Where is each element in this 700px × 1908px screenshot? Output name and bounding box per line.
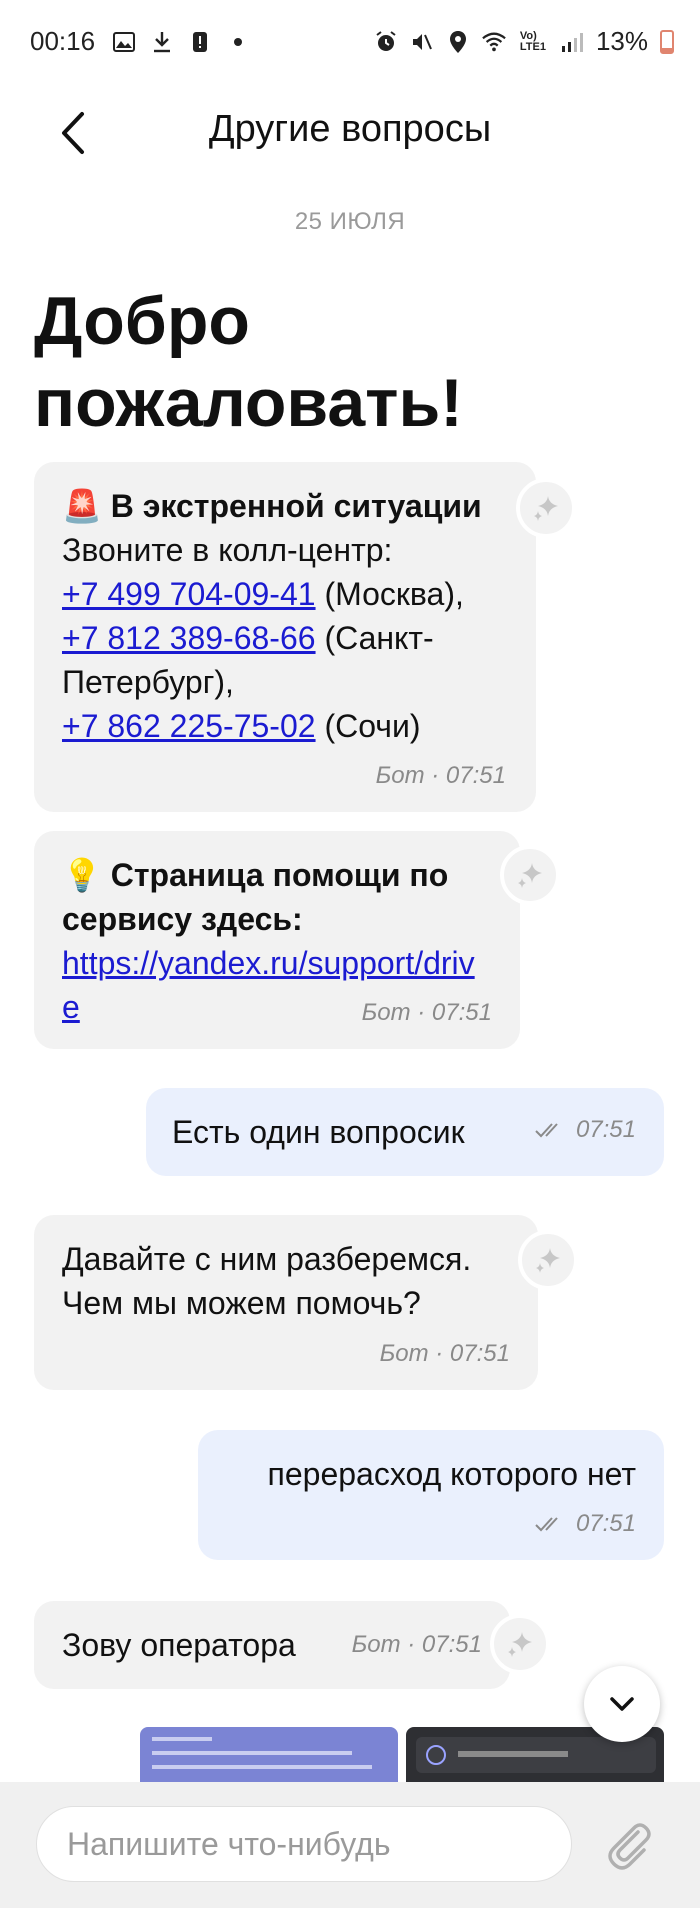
user-message: Есть один вопросик 07:51 [146,1088,664,1176]
bot-message: Зову оператора Бот · 07:51 [34,1601,510,1689]
lightbulb-icon: 💡 [62,857,102,893]
sparkle-button[interactable] [518,1230,578,1290]
city-sochi: (Сочи) [315,708,421,744]
message-meta: Бот · 07:51 [379,1340,510,1367]
phone-link-spb[interactable]: +7 812 389-68-66 [62,620,316,656]
message-input[interactable] [37,1807,571,1881]
siren-icon: 🚨 [62,488,102,524]
battery-percent: 13% [595,26,648,56]
image-attachment-1[interactable] [140,1727,398,1782]
phone-link-sochi[interactable]: +7 862 225-75-02 [62,708,316,744]
date-separator: 25 ИЮЛЯ [294,208,406,235]
wifi-icon [482,30,506,54]
message-text: Зову оператора [62,1627,296,1663]
message-meta: Бот · 07:51 [375,762,506,789]
status-left-icons [112,30,250,54]
status-time: 00:16 [30,26,96,56]
signal-icon [560,30,584,54]
message-title: В экстренной ситуации [110,488,482,524]
dot-icon [226,30,250,54]
user-message: перерасход которого нет 07:51 [198,1430,664,1560]
sparkle-button[interactable] [516,478,576,538]
message-meta: 07:51 [534,1510,636,1538]
double-check-icon [535,1123,558,1138]
bot-message-help: 💡 Страница помощи по сервису здесь: http… [34,831,520,1049]
double-check-icon [535,1517,558,1532]
status-right: Vo) LTE1 13% [374,26,674,57]
message-title: Страница помощи по сервису здесь: [62,857,449,937]
sparkle-button[interactable] [490,1614,550,1674]
status-bar: 00:16 Vo) LTE1 13% [0,0,700,90]
volte-icon: Vo) LTE1 [519,29,546,53]
sparkle-button[interactable] [500,845,560,905]
alarm-icon [374,30,398,54]
bot-message-emergency: 🚨 В экстренной ситуации Звоните в колл-ц… [34,462,536,812]
message-meta: Бот · 07:51 [361,999,492,1026]
alert-icon [188,30,212,54]
image-icon [112,30,136,54]
scroll-down-button[interactable] [584,1666,660,1742]
message-text: Есть один вопросик [172,1114,465,1150]
paperclip-icon [608,1823,651,1870]
message-time: 07:51 [575,1510,636,1537]
chat-header: Другие вопросы [0,90,700,170]
chevron-down-icon [610,1697,634,1711]
location-icon [446,30,470,54]
sparkle-icon [518,863,542,888]
attach-button[interactable] [600,1816,656,1872]
message-body: 🚨 В экстренной ситуации Звоните в колл-ц… [62,484,508,748]
message-text: перерасход которого нет [267,1456,636,1492]
mute-icon [410,30,434,54]
message-text: Давайте с ним разберемся. Чем мы можем п… [62,1241,472,1321]
message-composer [0,1782,700,1908]
sparkle-icon [508,1632,532,1657]
battery-icon [660,29,674,54]
message-time: 07:51 [575,1116,636,1143]
city-moscow: (Москва), [315,576,464,612]
phone-link-moscow[interactable]: +7 499 704-09-41 [62,576,316,612]
welcome-heading: Добро пожаловать! [34,283,463,441]
message-meta: 07:51 [534,1116,636,1144]
download-icon [150,30,174,54]
page-title: Другие вопросы [208,108,492,150]
message-meta: Бот · 07:51 [351,1631,482,1658]
sparkle-icon [534,496,558,521]
message-text: Звоните в колл-центр: [62,532,393,568]
message-input-wrapper [36,1806,572,1882]
sparkle-icon [536,1248,560,1273]
bot-message: Давайте с ним разберемся. Чем мы можем п… [34,1215,538,1390]
